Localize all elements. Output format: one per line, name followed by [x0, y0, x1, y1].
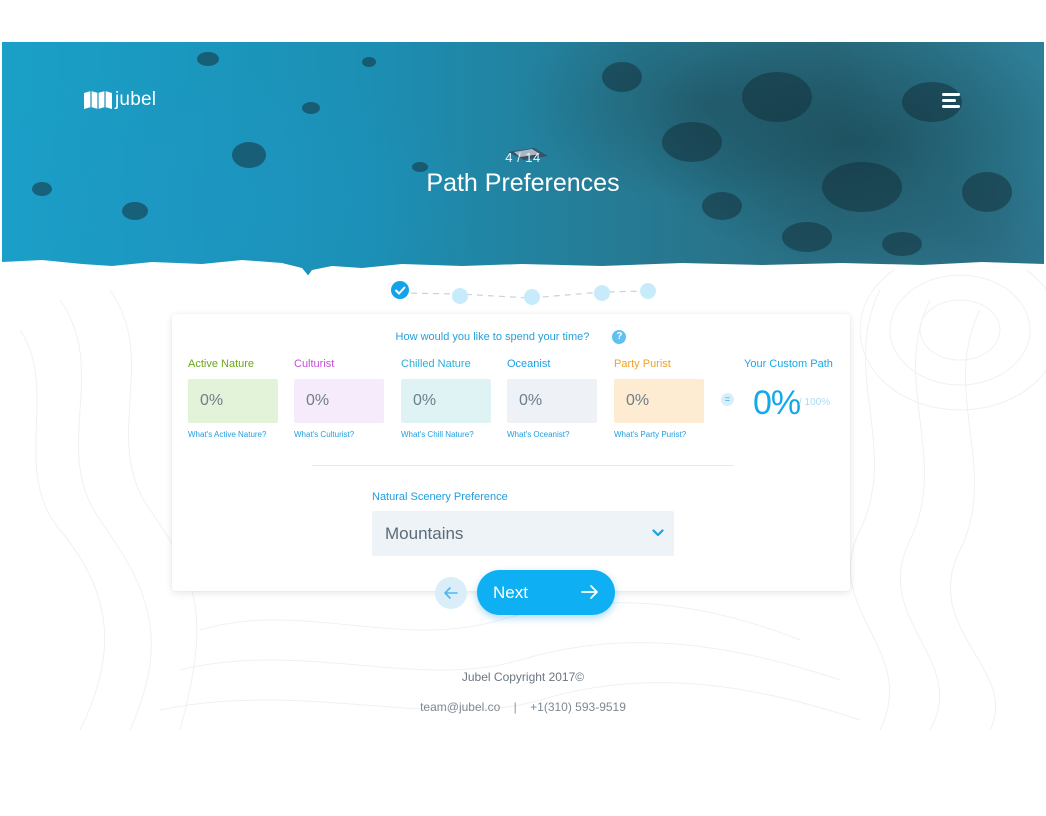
category-info-link[interactable]: What's Chill Nature? — [401, 430, 493, 439]
arrow-left-icon — [444, 587, 458, 599]
step-counter: 4 / 14 — [505, 150, 541, 165]
progress-steps — [391, 281, 656, 305]
chevron-down-icon — [652, 529, 664, 537]
custom-path-value: 0% — [753, 384, 801, 422]
footer-email-link[interactable]: team@jubel.co — [420, 700, 500, 714]
footer-separator: | — [513, 700, 517, 714]
preferences-card: How would you like to spend your time? ?… — [172, 314, 850, 591]
category-info-link[interactable]: What's Culturist? — [294, 430, 386, 439]
hero-heading: 4 / 14 Path Preferences — [0, 150, 1046, 198]
step-dot[interactable] — [594, 285, 610, 301]
custom-path-label: Your Custom Path — [744, 358, 833, 370]
category-info-link[interactable]: What's Oceanist? — [507, 430, 599, 439]
menu-icon[interactable] — [942, 92, 964, 110]
help-icon[interactable]: ? — [612, 330, 627, 344]
next-button-label: Next — [493, 583, 528, 602]
scenery-selected-value: Mountains — [385, 524, 464, 543]
step-dot[interactable] — [452, 288, 468, 304]
category-input[interactable]: 0% — [188, 379, 278, 423]
step-dot[interactable] — [640, 283, 656, 299]
category-label: Chilled Nature — [401, 358, 471, 370]
custom-path-max: / 100% — [799, 397, 831, 408]
category-input[interactable]: 0% — [614, 379, 704, 423]
custom-path-total: Your Custom Path 0% / 100% — [739, 358, 849, 422]
category-culturist: Culturist 0% What's Culturist? — [294, 358, 386, 439]
category-oceanist: Oceanist 0% What's Oceanist? — [507, 358, 599, 439]
brand-name: jubel — [115, 89, 157, 110]
category-chilled-nature: Chilled Nature 0% What's Chill Nature? — [401, 358, 493, 439]
footer-phone-link[interactable]: +1(310) 593-9519 — [530, 700, 626, 714]
arrow-right-icon — [581, 585, 598, 599]
footer-contact: team@jubel.co | +1(310) 593-9519 — [0, 700, 1046, 714]
page-title: Path Preferences — [426, 169, 620, 197]
category-input[interactable]: 0% — [401, 379, 491, 423]
category-info-link[interactable]: What's Party Purist? — [614, 430, 706, 439]
equals-icon: = — [721, 393, 734, 406]
page: jubel 4 / 14 Path Preferences How would … — [0, 0, 1046, 816]
next-button[interactable]: Next — [477, 570, 615, 615]
category-label: Oceanist — [507, 358, 551, 370]
category-party-purist: Party Purist 0% What's Party Purist? — [614, 358, 706, 439]
step-dot[interactable] — [524, 289, 540, 305]
category-active-nature: Active Nature 0% What's Active Nature? — [188, 358, 280, 439]
time-question: How would you like to spend your time? ? — [172, 330, 850, 344]
map-logo-icon — [84, 91, 112, 109]
category-label: Party Purist — [614, 358, 671, 370]
step-dot-complete[interactable] — [391, 281, 409, 299]
category-input[interactable]: 0% — [507, 379, 597, 423]
question-text: How would you like to spend your time? — [395, 331, 590, 343]
category-label: Active Nature — [188, 358, 255, 370]
back-button[interactable] — [435, 577, 467, 609]
brand-logo[interactable]: jubel — [83, 89, 156, 111]
category-label: Culturist — [294, 358, 335, 370]
category-input[interactable]: 0% — [294, 379, 384, 423]
scenery-label: Natural Scenery Preference — [372, 491, 508, 503]
scenery-select[interactable]: Mountains — [372, 511, 674, 556]
footer-copyright: Jubel Copyright 2017© — [461, 670, 585, 684]
category-info-link[interactable]: What's Active Nature? — [188, 430, 280, 439]
divider — [312, 465, 734, 466]
